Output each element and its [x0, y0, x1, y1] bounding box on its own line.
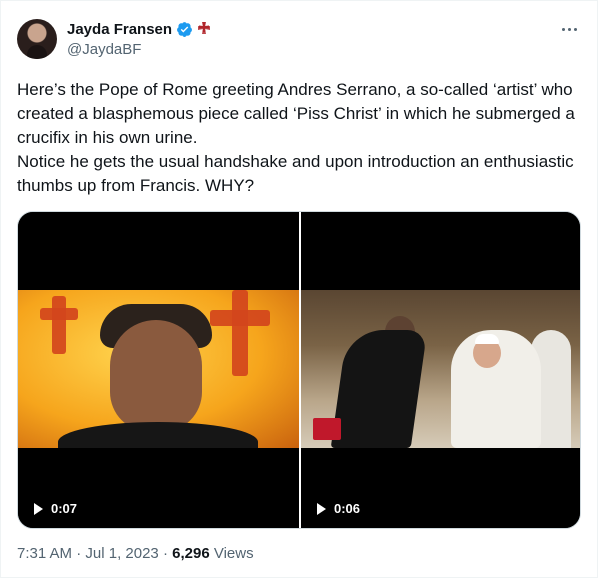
tweet-text: Here’s the Pope of Rome greeting Andres … [17, 78, 577, 198]
author-block: Jayda Fransen @JaydaBF [67, 19, 212, 58]
broadcaster-logo [313, 418, 341, 440]
tweet-paragraph-1: Here’s the Pope of Rome greeting Andres … [17, 80, 575, 147]
tweet-date[interactable]: Jul 1, 2023 [85, 545, 158, 562]
tweet-meta: 7:31 AM · Jul 1, 2023 · 6,296 Views [17, 545, 254, 562]
video-right[interactable]: 0:06 [301, 212, 580, 528]
video-duration: 0:06 [334, 501, 361, 516]
more-dot [561, 27, 565, 31]
scene-figure [330, 330, 428, 448]
more-dot [573, 27, 577, 31]
views-label: Views [209, 545, 254, 562]
crucifix-decor [232, 290, 248, 376]
crucifix-decor [40, 308, 78, 320]
tweet-card: Jayda Fransen @JaydaBF Here’s the Pope o… [0, 0, 598, 578]
video-thumbnail [301, 290, 580, 448]
video-duration: 0:07 [51, 501, 78, 516]
more-options-icon[interactable] [559, 19, 579, 39]
avatar[interactable] [17, 19, 57, 59]
views-count: 6,296 [172, 545, 210, 562]
tweet-paragraph-2: Notice he gets the usual handshake and u… [17, 152, 574, 195]
portrait-face [110, 320, 202, 432]
verified-badge-icon[interactable] [176, 21, 193, 38]
more-dot [567, 27, 571, 31]
play-control[interactable]: 0:07 [34, 501, 77, 516]
scene-pope-cap [475, 334, 499, 344]
cross-pattee-icon [196, 21, 212, 37]
play-icon[interactable] [34, 502, 43, 515]
crucifix-decor [210, 310, 270, 326]
author-handle[interactable]: @JaydaBF [67, 41, 212, 58]
play-control[interactable]: 0:06 [317, 501, 360, 516]
author-name[interactable]: Jayda Fransen [67, 21, 172, 38]
video-thumbnail [18, 290, 299, 448]
name-row: Jayda Fransen [67, 19, 212, 39]
media-grid: 0:07 0:06 [17, 211, 581, 529]
tweet-time[interactable]: 7:31 AM [17, 545, 72, 562]
crucifix-decor [52, 296, 66, 354]
play-icon[interactable] [317, 502, 326, 515]
portrait-shoulders [58, 422, 258, 448]
meta-separator: · [158, 545, 173, 562]
video-left[interactable]: 0:07 [18, 212, 299, 528]
meta-separator: · [72, 545, 86, 562]
